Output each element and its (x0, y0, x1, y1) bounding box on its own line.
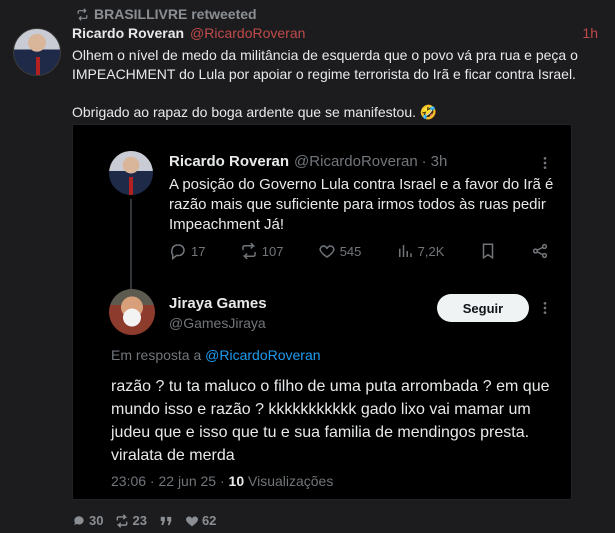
share-action (531, 242, 549, 260)
reposts-count: 23 (132, 513, 147, 528)
like-count: 545 (339, 243, 362, 259)
repost-count: 107 (261, 243, 284, 259)
bookmark-action (479, 242, 497, 260)
separator-dot: · (421, 153, 427, 170)
quoted-author-name: Ricardo Roveran (169, 153, 290, 170)
reply-to-handle: @RicardoRoveran (205, 347, 321, 363)
reply-views-label: Visualizações (248, 473, 334, 489)
likes-count: 62 (201, 513, 217, 528)
follow-button: Seguir (437, 294, 529, 322)
views-action: 7,2K (396, 242, 445, 260)
like-action: 545 (318, 242, 362, 260)
share-icon (532, 243, 548, 259)
tweet-stats: 30 23 62 (72, 513, 216, 528)
reply-author-avatar (109, 289, 155, 335)
reply-timestamp: 23:06 · 22 jun 25 · (111, 473, 229, 489)
quoted-header: Ricardo Roveran @RicardoRoveran · 3h (169, 153, 447, 170)
reply-meta: 23:06 · 22 jun 25 · 10 Visualizações (111, 473, 333, 489)
retweet-indicator: BRASILLIVRE retweeted (76, 6, 257, 22)
reply-icon (170, 244, 185, 260)
bookmark-icon (482, 243, 493, 260)
repost-icon (241, 242, 256, 260)
reply-author-handle: @GamesJiraya (169, 315, 266, 331)
quoted-text: A posição do Governo Lula contra Israel … (169, 176, 554, 233)
reply-author-name: Jiraya Games (169, 295, 267, 312)
more-options-icon (537, 300, 553, 316)
retweet-label: BRASILLIVRE retweeted (94, 6, 257, 22)
quote-icon (160, 516, 172, 525)
tweet-header: Ricardo Roveran @RicardoRoveran 1h (72, 25, 598, 41)
repost-action: 107 (240, 242, 284, 260)
author-handle[interactable]: @RicardoRoveran (190, 25, 305, 41)
tweet-time[interactable]: 1h (582, 25, 598, 41)
reposts-stat[interactable]: 23 (115, 513, 147, 528)
author-name[interactable]: Ricardo Roveran (72, 25, 184, 41)
retweet-icon (117, 513, 128, 528)
comment-icon (74, 515, 84, 525)
embedded-image[interactable]: Ricardo Roveran @RicardoRoveran · 3h A p… (72, 124, 572, 500)
reply-context: Em resposta a @RicardoRoveran (111, 347, 321, 363)
more-options-icon (537, 155, 553, 171)
reply-action: 17 (169, 242, 205, 260)
tweet-text: Olhem o nível de medo da militância de e… (72, 46, 602, 122)
heart-icon (319, 245, 335, 258)
quotes-stat[interactable] (159, 514, 173, 528)
tweet-paragraph: Obrigado ao rapaz do boga ardente que se… (72, 104, 438, 120)
replies-count: 30 (89, 513, 104, 528)
reply-text: razão ? tu ta maluco o filho de uma puta… (111, 378, 550, 464)
author-avatar[interactable] (13, 28, 61, 76)
quoted-author-handle: @RicardoRoveran (294, 153, 418, 170)
replies-stat[interactable]: 30 (72, 513, 103, 528)
reply-to-prefix: Em resposta a (111, 347, 202, 363)
quoted-time: 3h (430, 153, 448, 170)
views-bar-icon (398, 245, 412, 257)
likes-stat[interactable]: 62 (185, 513, 216, 528)
quoted-author-avatar (109, 151, 153, 195)
reply-views-count: 10 (228, 473, 245, 489)
thread-line (130, 199, 132, 295)
quoted-action-bar: 17 107 545 7,2K (169, 242, 549, 260)
heart-icon (185, 515, 198, 526)
views-count: 7,2K (417, 243, 445, 259)
reply-count: 17 (191, 243, 206, 259)
tweet-paragraph: Olhem o nível de medo da militância de e… (72, 47, 578, 82)
retweet-icon (77, 7, 88, 21)
